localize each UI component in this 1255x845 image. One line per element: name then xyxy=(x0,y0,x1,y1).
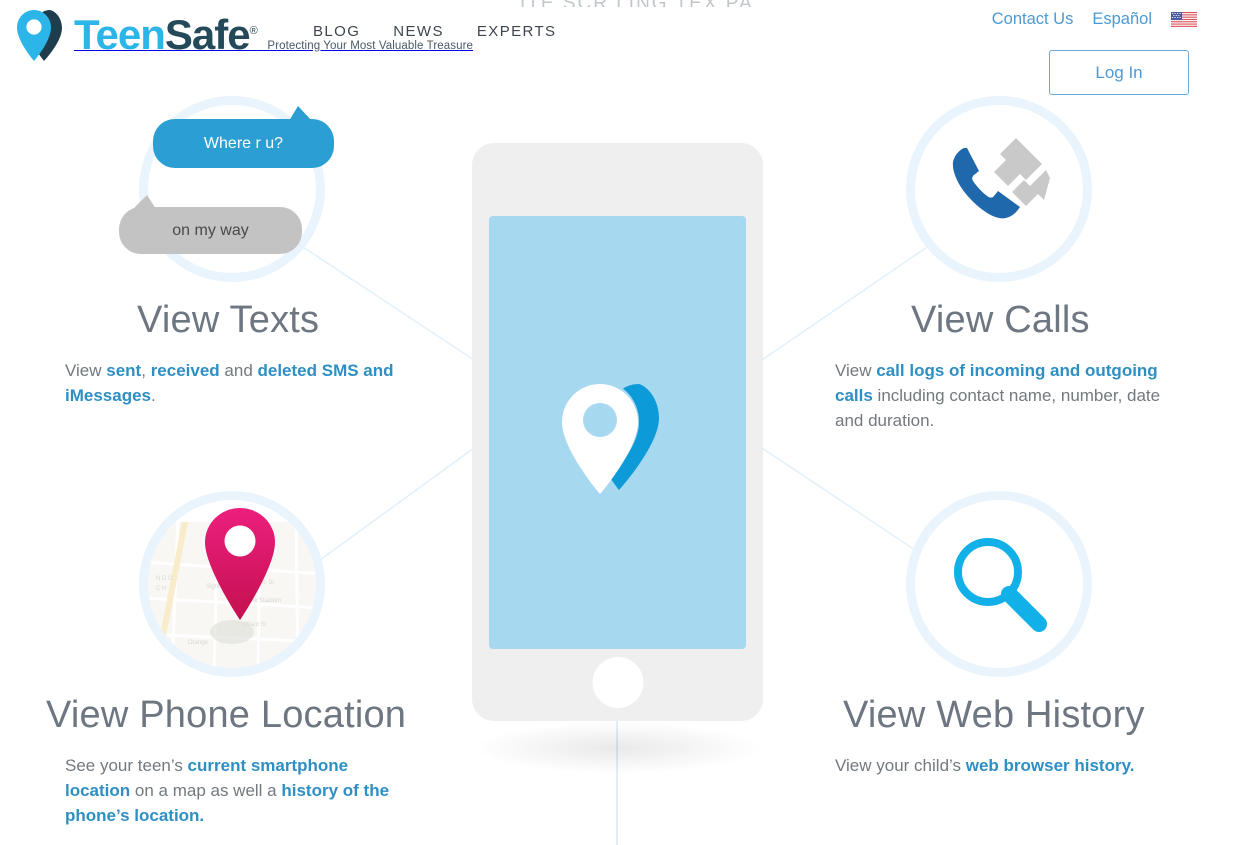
feature-title-calls: View Calls xyxy=(911,299,1090,341)
svg-text:Orange: Orange xyxy=(188,640,209,646)
nav-item-news[interactable]: NEWS xyxy=(393,23,444,40)
feature-title-web: View Web History xyxy=(843,694,1145,736)
contact-us-link[interactable]: Contact Us xyxy=(992,10,1074,29)
feature-icon-web xyxy=(906,491,1092,677)
feature-body-location: See your teen’s current smartphone locat… xyxy=(65,756,390,825)
us-flag-icon[interactable] xyxy=(1171,12,1197,27)
feature-icon-calls xyxy=(906,96,1092,282)
logo-word-safe: Safe xyxy=(164,11,251,58)
nav-item-blog[interactable]: BLOG xyxy=(313,23,360,40)
feature-body-calls: View call logs of incoming and outgoing … xyxy=(835,361,1161,430)
phone-shadow xyxy=(472,722,763,774)
registered-mark: ® xyxy=(249,25,258,37)
utility-links: Contact Us Español xyxy=(992,10,1197,29)
feature-body-texts: View sent, received and deleted SMS and … xyxy=(65,361,394,405)
teensafe-pin-logo-icon xyxy=(561,383,659,494)
feature-title-location: View Phone Location xyxy=(46,694,407,736)
feature-body-web: View your child’s web browser history. xyxy=(835,756,1135,775)
log-in-button[interactable]: Log In xyxy=(1049,50,1189,95)
svg-text:C H: C H xyxy=(156,586,166,592)
phone-home-button[interactable] xyxy=(592,657,643,708)
message-bubble-incoming: on my way xyxy=(119,195,302,254)
page-root: ITE SCR LING TEX PA TeenSafe® Protecting… xyxy=(0,0,1255,845)
nav-item-experts[interactable]: EXPERTS xyxy=(477,23,557,40)
map-pin-location-icon xyxy=(205,508,275,620)
message-bubble-outgoing: Where r u? xyxy=(153,106,334,168)
logo-tagline: Protecting Your Most Valuable Treasure xyxy=(267,40,474,52)
svg-text:N D O: N D O xyxy=(156,576,173,582)
magnifying-glass-icon xyxy=(954,538,1047,632)
language-espanol-link[interactable]: Español xyxy=(1092,10,1152,29)
feature-title-texts: View Texts xyxy=(137,299,320,341)
phone-screen xyxy=(489,216,746,649)
location-pin-logo-icon xyxy=(17,10,62,61)
site-header: TeenSafe® Protecting Your Most Valuable … xyxy=(0,0,1255,100)
feature-icon-location: N D O C H Del Amo St Sea Hawk Stadium Pi… xyxy=(139,491,325,677)
phone-mockup xyxy=(472,143,763,721)
main-navigation: BLOG NEWS EXPERTS xyxy=(313,23,556,40)
phone-call-logs-icon xyxy=(952,138,1050,219)
logo-word-teen: Teen xyxy=(74,11,166,58)
